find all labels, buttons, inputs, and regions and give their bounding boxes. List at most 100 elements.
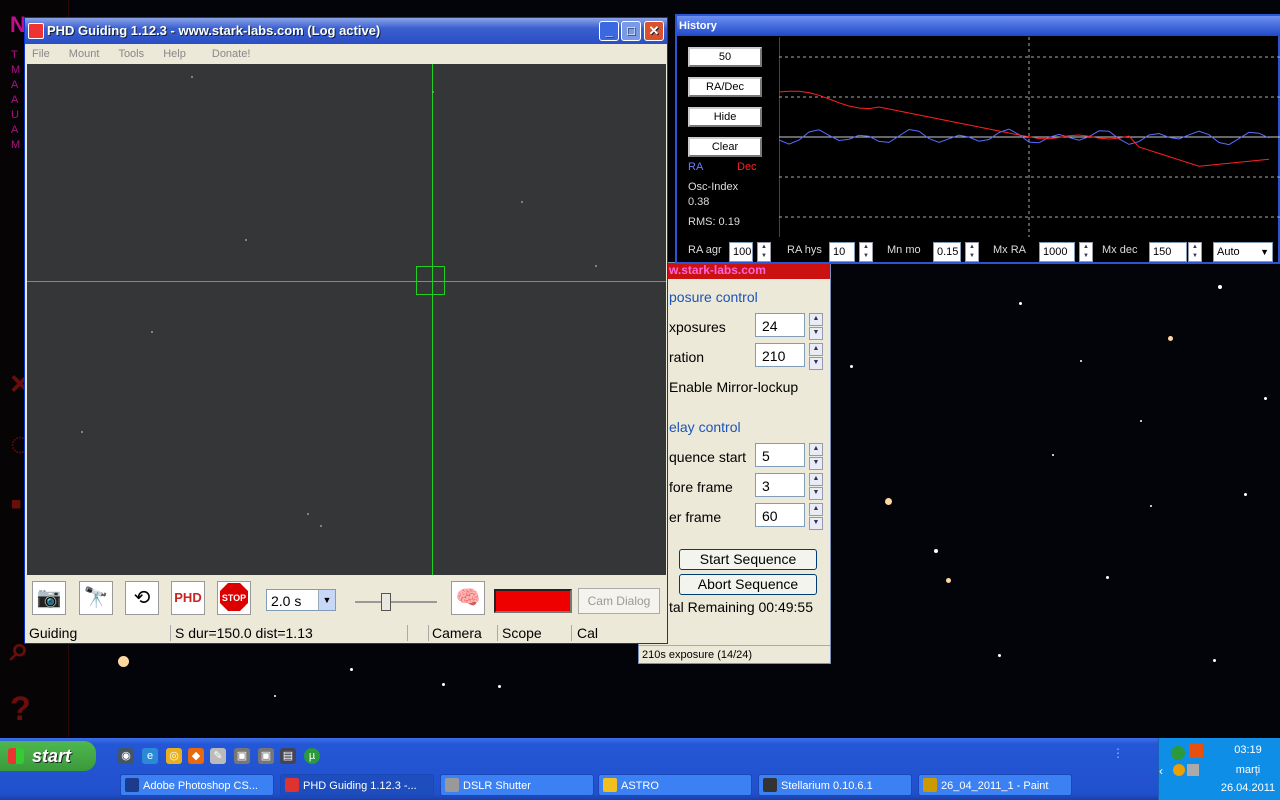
clear-button[interactable]: Clear: [688, 137, 762, 157]
loop-exposure-icon[interactable]: ⟲: [125, 581, 159, 615]
star: [850, 365, 853, 368]
brain-settings-icon[interactable]: 🧠: [451, 581, 485, 615]
telescope-connect-icon[interactable]: 🔭: [79, 581, 113, 615]
ra-legend: RA: [688, 161, 704, 173]
mx-ra-label: Mx RA: [993, 244, 1026, 256]
sequence-start-spinner[interactable]: ▲ ▼: [809, 443, 823, 470]
task-photoshop[interactable]: Adobe Photoshop CS...: [120, 774, 274, 796]
mn-mo-input[interactable]: 0.15: [933, 242, 961, 262]
help-icon[interactable]: ?: [10, 690, 31, 729]
mirror-lockup-checkbox[interactable]: Enable Mirror-lockup: [669, 379, 798, 395]
phd-app-icon: [28, 23, 44, 39]
sequence-start-label: quence start: [669, 449, 747, 465]
tray-app-icon[interactable]: [1189, 744, 1203, 758]
after-frame-spinner[interactable]: ▲ ▼: [809, 503, 823, 530]
task-stellarium[interactable]: Stellarium 0.10.6.1: [758, 774, 912, 796]
osc-index-value: 0.38: [688, 196, 710, 208]
phd-guide-icon[interactable]: PHD: [171, 581, 205, 615]
gamma-slider-thumb[interactable]: [381, 593, 391, 611]
utorrent-icon[interactable]: µ: [304, 748, 320, 764]
hide-button[interactable]: Hide: [688, 107, 762, 127]
config-icon[interactable]: ▪: [10, 485, 22, 524]
star: [1213, 659, 1216, 662]
menu-donate[interactable]: Donate!: [212, 48, 251, 60]
sequence-start-input[interactable]: 5: [755, 443, 805, 467]
minimize-button[interactable]: _: [599, 21, 619, 41]
ie-icon[interactable]: e: [142, 748, 158, 764]
app-icon[interactable]: ▣: [234, 748, 250, 764]
windows-taskbar: start ◉ e ◎ ◆ ✎ ▣ ▣ ▤ µ ⋮ Adobe Photosho…: [0, 738, 1280, 800]
exposure-select[interactable]: 2.0 s ▼: [266, 589, 336, 611]
start-button[interactable]: start: [0, 741, 96, 771]
phd-icon: [285, 778, 299, 792]
stellarium-icon: [763, 778, 777, 792]
camera-star: [432, 91, 434, 93]
app-icon[interactable]: ▣: [258, 748, 274, 764]
mx-ra-input[interactable]: 1000: [1039, 242, 1075, 262]
ra-agr-spinner[interactable]: ▲ ▼: [757, 242, 771, 262]
windows-flag-icon: [8, 748, 24, 764]
before-frame-input[interactable]: 3: [755, 473, 805, 497]
camera-connect-icon[interactable]: 📷: [32, 581, 66, 615]
chevron-down-icon[interactable]: ▼: [318, 590, 335, 610]
phd-menu-bar: File Mount Tools Help Donate!: [25, 44, 667, 64]
duration-spinner[interactable]: ▲ ▼: [809, 343, 823, 370]
exposures-input[interactable]: 24: [755, 313, 805, 337]
exposures-label: xposures: [669, 319, 726, 335]
menu-tools[interactable]: Tools: [118, 48, 144, 60]
phd-title-bar[interactable]: PHD Guiding 1.12.3 - www.stark-labs.com …: [25, 18, 667, 44]
mn-mo-spinner[interactable]: ▲ ▼: [965, 242, 979, 262]
ra-hys-spinner[interactable]: ▲ ▼: [859, 242, 873, 262]
close-button[interactable]: ✕: [644, 21, 664, 41]
paint-icon: [923, 778, 937, 792]
dslr-icon: [445, 778, 459, 792]
guide-status-indicator: [494, 589, 572, 613]
chevron-left-icon[interactable]: ‹: [1159, 764, 1163, 778]
menu-mount[interactable]: Mount: [69, 48, 100, 60]
abort-sequence-button[interactable]: Abort Sequence: [679, 574, 817, 595]
mx-ra-spinner[interactable]: ▲ ▼: [1079, 242, 1093, 262]
gamma-slider-track[interactable]: [355, 601, 437, 603]
phd-window-title: PHD Guiding 1.12.3 - www.stark-labs.com …: [47, 23, 381, 38]
scope-status: Scope: [502, 625, 542, 641]
history-plot: [779, 37, 1280, 237]
task-paint[interactable]: 26_04_2011_1 - Paint: [918, 774, 1072, 796]
length-50-button[interactable]: 50: [688, 47, 762, 67]
ra-hys-input[interactable]: 10: [829, 242, 855, 262]
star: [118, 656, 129, 667]
duration-input[interactable]: 210: [755, 343, 805, 367]
start-sequence-button[interactable]: Start Sequence: [679, 549, 817, 570]
stop-icon[interactable]: STOP: [217, 581, 251, 615]
cam-dialog-button[interactable]: Cam Dialog: [578, 588, 660, 614]
tray-utorrent-icon[interactable]: [1171, 746, 1185, 760]
clock-time[interactable]: 03:19: [1213, 744, 1280, 756]
camera-star: [521, 201, 523, 203]
history-title-bar[interactable]: History: [677, 16, 1280, 36]
after-frame-label: er frame: [669, 509, 722, 525]
star: [1080, 360, 1082, 362]
expand-tray-icon[interactable]: ⋮: [1112, 746, 1124, 760]
camera-view[interactable]: [27, 64, 666, 575]
task-phd-guiding[interactable]: PHD Guiding 1.12.3 -...: [280, 774, 434, 796]
task-dslr-shutter[interactable]: DSLR Shutter: [440, 774, 594, 796]
mx-dec-spinner[interactable]: ▲ ▼: [1188, 242, 1202, 262]
ra-agr-input[interactable]: 100: [729, 242, 753, 262]
chrome-icon[interactable]: ◎: [166, 748, 182, 764]
quicklaunch-icon[interactable]: ◉: [118, 748, 134, 764]
radec-button[interactable]: RA/Dec: [688, 77, 762, 97]
chevron-down-icon[interactable]: ▼: [1260, 243, 1269, 261]
task-astro[interactable]: ASTRO: [598, 774, 752, 796]
notepad-icon[interactable]: ✎: [210, 748, 226, 764]
quicklaunch-app-icon[interactable]: ◆: [188, 748, 204, 764]
menu-file[interactable]: File: [32, 48, 50, 60]
mx-dec-input[interactable]: 150: [1149, 242, 1187, 262]
menu-help[interactable]: Help: [163, 48, 186, 60]
maximize-button[interactable]: □: [621, 21, 641, 41]
after-frame-input[interactable]: 60: [755, 503, 805, 527]
tray-network-icon[interactable]: [1173, 764, 1185, 776]
exposures-spinner[interactable]: ▲ ▼: [809, 313, 823, 340]
dec-mode-select[interactable]: Auto ▼: [1213, 242, 1273, 262]
app-icon[interactable]: ▤: [280, 748, 296, 764]
tray-security-icon[interactable]: [1187, 764, 1199, 776]
before-frame-spinner[interactable]: ▲ ▼: [809, 473, 823, 500]
